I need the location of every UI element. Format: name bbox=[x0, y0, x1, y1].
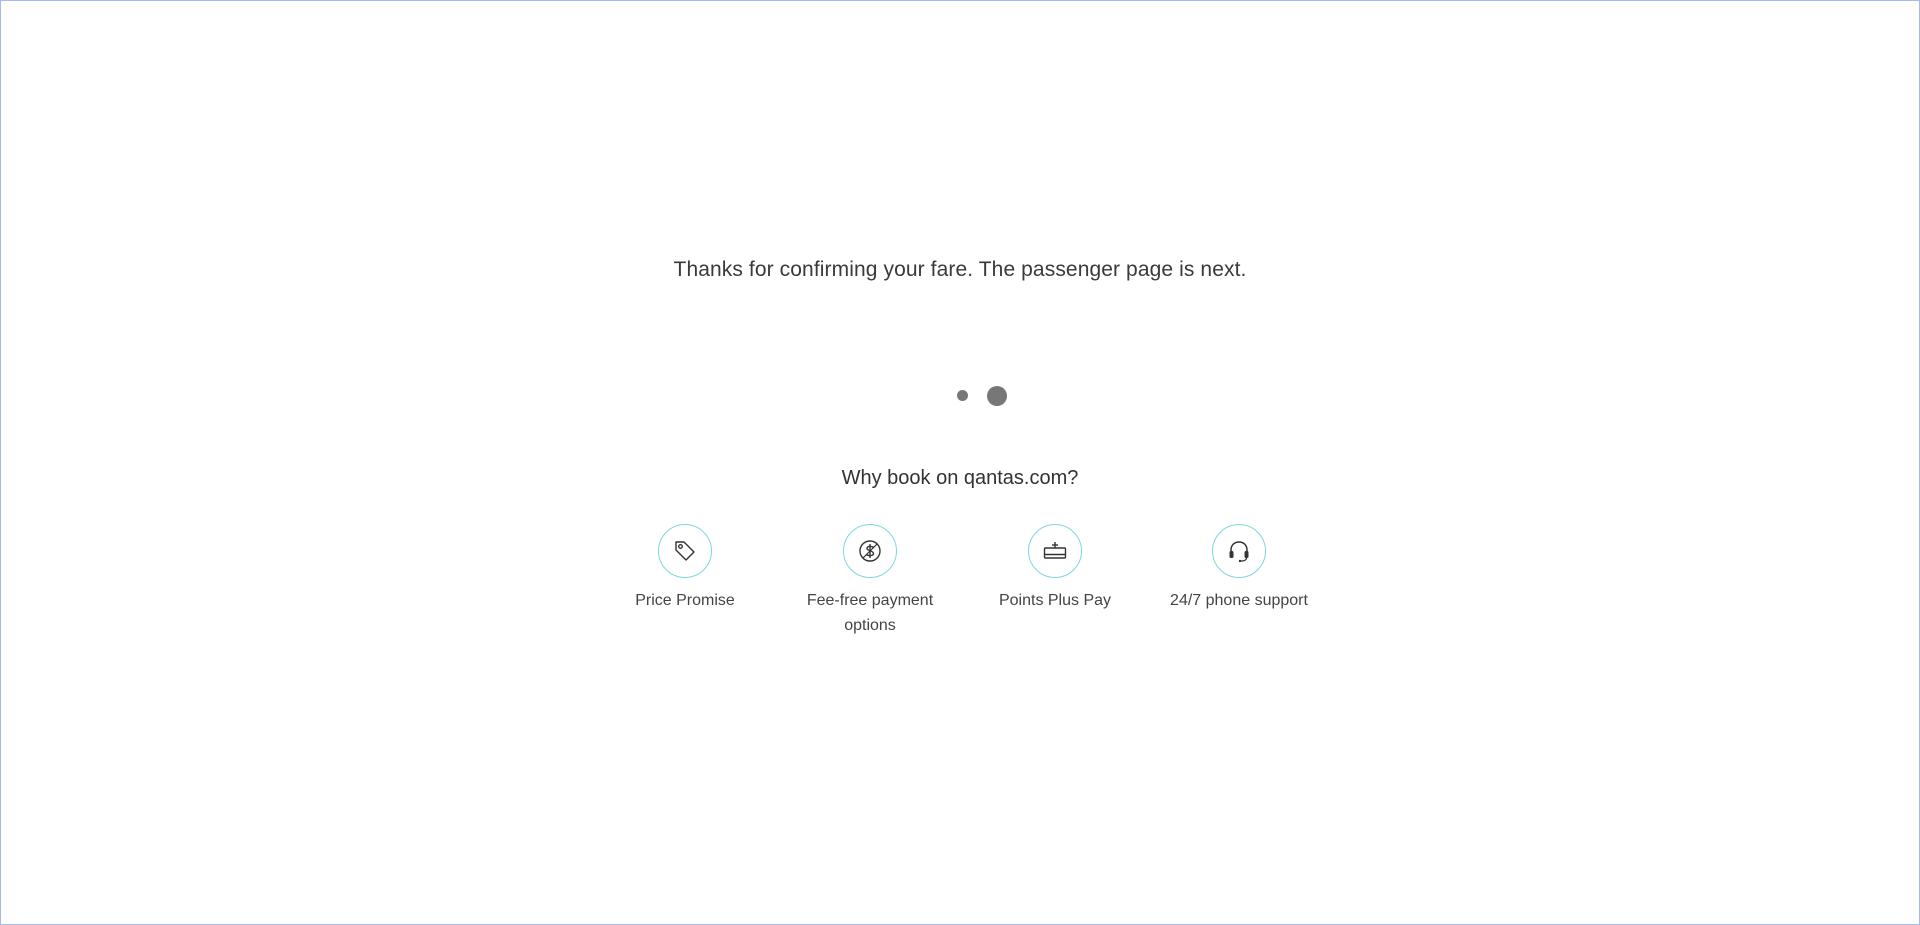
benefit-label: Price Promise bbox=[635, 592, 735, 609]
benefit-price-promise: Price Promise bbox=[600, 524, 770, 613]
benefit-label: Fee-free payment options bbox=[806, 592, 934, 634]
card-plus-icon bbox=[1028, 524, 1082, 578]
benefit-points-plus-pay: Points Plus Pay bbox=[970, 524, 1140, 613]
benefit-fee-free-payment: Fee-free payment options bbox=[785, 524, 955, 638]
why-book-heading: Why book on qantas.com? bbox=[841, 467, 1079, 489]
price-tag-icon bbox=[658, 524, 712, 578]
loading-dot-large bbox=[987, 386, 1007, 406]
benefit-label: Points Plus Pay bbox=[998, 592, 1112, 609]
loading-dot-small bbox=[957, 390, 968, 401]
headset-icon bbox=[1212, 524, 1266, 578]
page-frame bbox=[0, 0, 1920, 925]
benefit-label: 24/7 phone support bbox=[1170, 592, 1308, 609]
dollar-coin-icon bbox=[843, 524, 897, 578]
benefits-list: Price Promise Fee-free payment options P… bbox=[0, 524, 1920, 644]
benefit-phone-support: 24/7 phone support bbox=[1154, 524, 1324, 613]
status-message: Thanks for confirming your fare. The pas… bbox=[673, 258, 1247, 281]
loading-indicator bbox=[0, 385, 1920, 407]
